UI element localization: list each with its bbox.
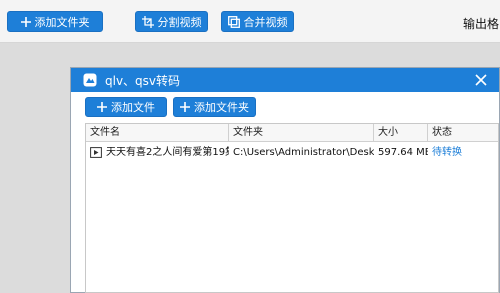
plus-icon — [180, 102, 190, 112]
dialog-add-folder-label: 添加文件夹 — [194, 101, 249, 114]
dialog-title: qlv、qsv转码 — [105, 74, 181, 88]
merge-icon — [227, 15, 240, 28]
add-folder-label: 添加文件夹 — [34, 15, 90, 29]
app-icon — [83, 73, 97, 87]
cell-folder: C:\Users\Administrator\Desktop — [233, 147, 374, 158]
header-status[interactable]: 状态 — [428, 124, 498, 141]
close-icon[interactable] — [473, 72, 489, 88]
cell-size: 597.64 MB — [378, 147, 428, 158]
plus-icon — [97, 102, 107, 112]
merge-video-button[interactable]: 合并视频 — [221, 11, 294, 32]
video-file-icon — [90, 147, 102, 158]
add-folder-button[interactable]: 添加文件夹 — [7, 11, 103, 32]
table-row[interactable]: 天天有喜2之人间有爱第19集-腾 C:\Users\Administrator\… — [86, 144, 498, 161]
header-folder[interactable]: 文件夹 — [229, 124, 374, 141]
dialog-add-folder-button[interactable]: 添加文件夹 — [173, 97, 256, 117]
plus-icon — [20, 16, 31, 27]
qlv-qsv-convert-dialog: qlv、qsv转码 添加文件 添加文件夹 文件名 文件夹 大小 状态 天天有喜2… — [70, 67, 500, 293]
header-filename[interactable]: 文件名 — [86, 124, 229, 141]
header-size[interactable]: 大小 — [374, 124, 428, 141]
cell-status: 待转换 — [432, 147, 462, 158]
merge-video-label: 合并视频 — [243, 15, 288, 29]
add-file-label: 添加文件 — [111, 101, 155, 114]
file-table: 文件名 文件夹 大小 状态 天天有喜2之人间有爱第19集-腾 C:\Users\… — [85, 123, 499, 293]
cell-filename: 天天有喜2之人间有爱第19集-腾 — [106, 147, 229, 158]
add-file-button[interactable]: 添加文件 — [85, 97, 167, 117]
split-video-label: 分割视频 — [157, 15, 202, 29]
crop-icon — [141, 15, 154, 28]
table-header: 文件名 文件夹 大小 状态 — [86, 124, 498, 142]
split-video-button[interactable]: 分割视频 — [135, 11, 208, 32]
output-format-label: 输出格 — [463, 17, 500, 31]
dialog-titlebar[interactable]: qlv、qsv转码 — [71, 68, 499, 92]
